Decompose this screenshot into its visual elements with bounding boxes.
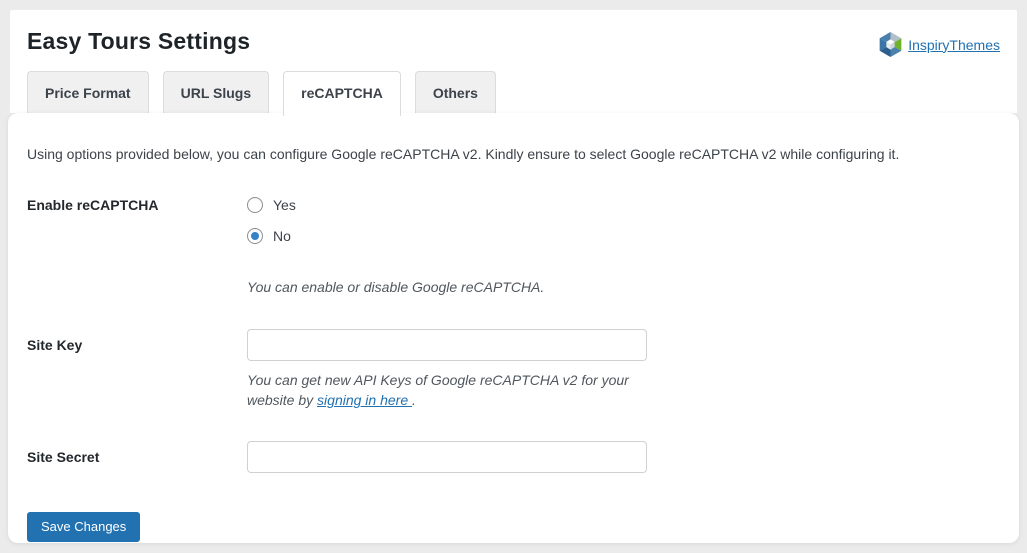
- enable-recaptcha-radio-no[interactable]: [247, 228, 263, 244]
- site-secret-label: Site Secret: [27, 449, 100, 465]
- enable-recaptcha-help: You can enable or disable Google reCAPTC…: [247, 279, 545, 295]
- save-changes-button[interactable]: Save Changes: [27, 512, 141, 542]
- site-key-help-suffix: .: [412, 392, 416, 408]
- recaptcha-description: Using options provided below, you can co…: [27, 146, 900, 162]
- site-key-help-text: You can get new API Keys of Google reCAP…: [247, 372, 629, 408]
- tab-others[interactable]: Others: [414, 71, 496, 113]
- radio-no-label: No: [273, 228, 291, 244]
- page-title: Easy Tours Settings: [27, 28, 251, 54]
- site-key-label: Site Key: [27, 337, 83, 353]
- enable-recaptcha-option-no[interactable]: No: [247, 228, 1000, 244]
- site-key-row: Site Key You can get new API Keys of Goo…: [27, 329, 1000, 410]
- enable-recaptcha-row: Enable reCAPTCHA Yes No You can enable o…: [27, 197, 1000, 297]
- settings-header: Easy Tours Settings InspiryThemes Price …: [10, 10, 1017, 116]
- enable-recaptcha-radio-yes[interactable]: [247, 197, 263, 213]
- enable-recaptcha-label: Enable reCAPTCHA: [27, 197, 159, 213]
- tab-price-format[interactable]: Price Format: [27, 71, 149, 113]
- site-secret-row: Site Secret: [27, 441, 1000, 473]
- site-secret-input[interactable]: [247, 441, 647, 473]
- inspirythemes-logo-icon: [878, 32, 903, 57]
- enable-recaptcha-option-yes[interactable]: Yes: [247, 197, 1000, 213]
- brand-area: InspiryThemes: [878, 32, 1000, 57]
- site-key-help: You can get new API Keys of Google reCAP…: [247, 370, 657, 410]
- radio-yes-label: Yes: [273, 197, 296, 213]
- inspirythemes-link[interactable]: InspiryThemes: [908, 37, 1000, 53]
- site-key-input[interactable]: [247, 329, 647, 361]
- tab-recaptcha[interactable]: reCAPTCHA: [283, 71, 401, 116]
- tab-url-slugs[interactable]: URL Slugs: [162, 71, 270, 113]
- recaptcha-tab-panel: Using options provided below, you can co…: [8, 113, 1019, 543]
- settings-tabs: Price Format URL Slugs reCAPTCHA Others: [27, 71, 496, 116]
- signing-in-here-link[interactable]: signing in here: [317, 392, 412, 408]
